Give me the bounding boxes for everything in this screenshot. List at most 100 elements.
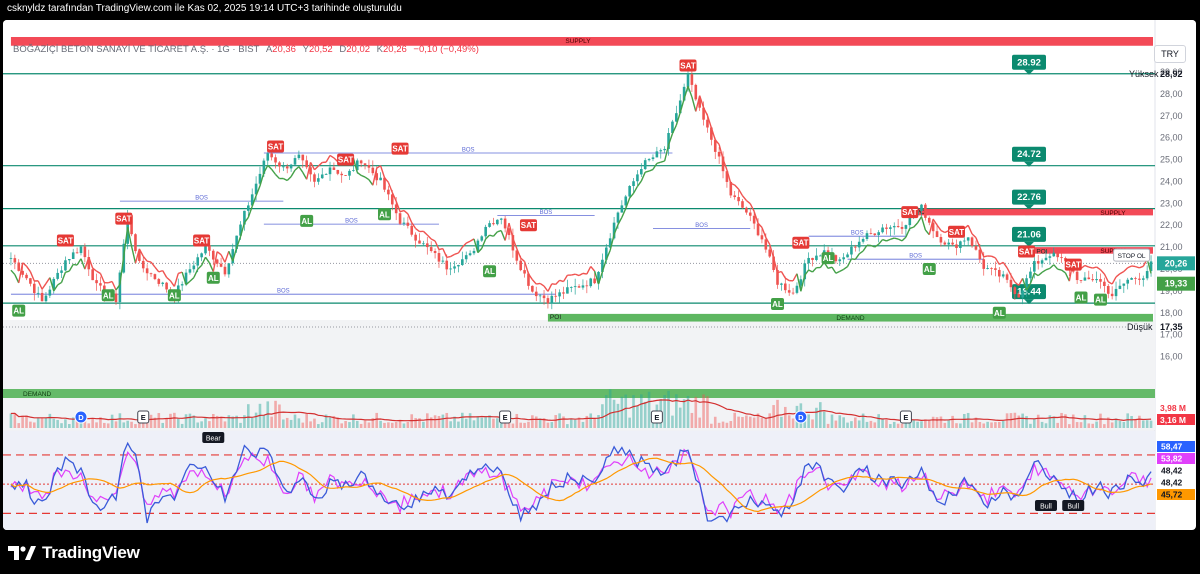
candle-body (1134, 278, 1137, 279)
volume-bar (585, 415, 589, 428)
volume-bar (285, 417, 289, 428)
volume-bar (17, 423, 21, 428)
volume-bar (523, 422, 526, 428)
volume-bar (344, 421, 347, 428)
candle-body (141, 260, 145, 269)
volume-bar (282, 419, 285, 428)
candle-body (445, 260, 449, 270)
candle-body (791, 292, 795, 294)
candle-body (1009, 279, 1013, 288)
candle-body (394, 204, 398, 214)
last-price-value: 20,26 (1165, 258, 1188, 268)
signal-label: AL (772, 300, 783, 309)
volume-bar (885, 419, 888, 428)
volume-bar (1052, 416, 1056, 428)
volume-bar (947, 420, 951, 428)
rsi-value: 48,42 (1161, 466, 1183, 476)
trend-line-segment (894, 237, 899, 240)
volume-bar (1095, 421, 1098, 428)
volume-value: 3,98 M (1160, 403, 1186, 413)
volume-bar (422, 421, 425, 428)
candle-body (480, 236, 484, 241)
candle-body (492, 223, 495, 225)
signal-label: AL (103, 291, 114, 300)
candle-body (484, 226, 487, 237)
candle-body (780, 283, 783, 285)
candle-body (282, 166, 285, 168)
volume-bar (632, 395, 635, 428)
volume-bar (838, 415, 842, 428)
open-value: 20,36 (272, 44, 296, 55)
volume-bar (990, 422, 993, 428)
signal-label: AL (1095, 296, 1106, 305)
volume-bar (604, 395, 608, 428)
volume-bar (877, 414, 880, 428)
candle-body (640, 169, 643, 175)
volume-bar (616, 403, 620, 428)
event-marker-label: E (903, 413, 908, 422)
candle-body (589, 278, 593, 287)
volume-bar (1044, 423, 1048, 428)
volume-bar (896, 423, 900, 428)
candle-body (741, 201, 744, 208)
volume-bar (966, 412, 970, 428)
rsi-value: 58,47 (1161, 442, 1183, 452)
candle-body (223, 266, 227, 275)
candle-body (457, 265, 460, 267)
candle-body (441, 260, 445, 262)
volume-bar (184, 414, 188, 428)
tradingview-brand[interactable]: TradingView (42, 543, 140, 563)
volume-bar (445, 412, 449, 428)
candle-body (266, 153, 270, 161)
change-value: −0,10 (−0,49%) (413, 44, 479, 55)
volume-bar (1029, 423, 1032, 428)
volume-bar (978, 422, 982, 428)
volume-bar (1071, 414, 1075, 428)
trend-line-segment (1131, 265, 1136, 268)
volume-bar (702, 394, 705, 428)
candle-body (706, 119, 709, 128)
candle-body (95, 280, 98, 284)
volume-bar (678, 407, 682, 428)
candle-body (79, 246, 83, 254)
volume-bar (262, 415, 266, 428)
symbol-name[interactable]: BOĞAZİÇİ BETON SANAYİ VE TİCARET A.Ş. · … (13, 44, 259, 55)
currency-button[interactable]: TRY (1154, 45, 1186, 63)
volume-bar (807, 414, 810, 428)
event-marker-label: E (654, 413, 659, 422)
signal-label: AL (208, 274, 219, 283)
candle-body (686, 74, 690, 87)
volume-bar (173, 412, 176, 428)
chart-canvas[interactable]: 30,0029,0028,0027,0026,0025,0024,0023,00… (3, 20, 1196, 530)
volume-bar (106, 423, 110, 428)
rsi-value: 53,82 (1161, 454, 1183, 464)
volume-bar (819, 402, 822, 428)
candle-body (1017, 294, 1021, 298)
candle-body (1075, 271, 1079, 281)
candle-body (861, 239, 865, 242)
signal-label: AL (924, 265, 935, 274)
volume-bar (44, 417, 48, 428)
rsi-value: 45,72 (1161, 490, 1183, 500)
candle-body (959, 241, 962, 248)
candle-body (1013, 287, 1017, 295)
event-marker-label: E (503, 413, 508, 422)
lower-shade (3, 320, 1155, 430)
candle-body (153, 274, 157, 280)
volume-bar (223, 421, 227, 428)
volume-bar (628, 417, 631, 428)
volume-bar (515, 413, 519, 428)
volume-bar (764, 417, 768, 428)
volume-bar (752, 417, 756, 428)
volume-bar (390, 422, 394, 428)
volume-bar (499, 423, 503, 428)
signal-label: SAT (902, 208, 918, 217)
candle-body (620, 205, 624, 213)
volume-bar (169, 413, 172, 428)
volume-bar (1083, 415, 1087, 428)
volume-bar (713, 416, 717, 428)
volume-bar (1134, 418, 1137, 428)
trend-line-segment (536, 282, 541, 285)
candle-body (99, 283, 102, 286)
volume-bar (593, 418, 596, 428)
